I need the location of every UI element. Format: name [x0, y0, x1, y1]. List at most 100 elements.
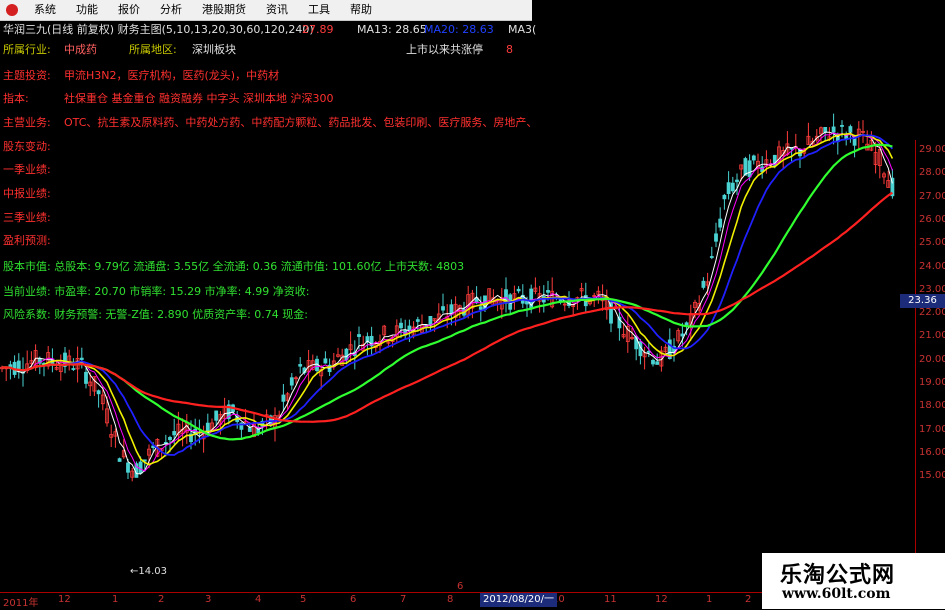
date-tick: 1 [706, 594, 713, 605]
shareholder-label: 股东变动: [3, 140, 51, 153]
candle-body [709, 256, 714, 258]
index-label: 指本: [3, 92, 29, 105]
stock-title: 华润三九(日线 前复权) 财务主图(5,10,13,20,30,60,120,2… [3, 23, 314, 36]
candle-body [730, 182, 735, 192]
date-tick: 7 [400, 594, 407, 605]
candle-body [743, 158, 748, 176]
candle-body [126, 462, 130, 473]
forecast-label: 盈利预测: [3, 234, 51, 247]
price-tick: 22.00 [919, 307, 945, 319]
candle-body [399, 322, 403, 329]
price-tick: 26.00 [919, 213, 945, 225]
candle-body [172, 431, 177, 436]
business-label: 主营业务: [3, 116, 51, 129]
price-tick: 16.00 [919, 446, 945, 458]
candle-body [357, 334, 361, 337]
app-logo-icon [6, 4, 18, 16]
date-tick: 4 [255, 594, 262, 605]
menu-tools[interactable]: 工具 [298, 0, 340, 20]
industry-value: 中成药 [64, 43, 97, 56]
candle-body [726, 182, 731, 194]
current-price-tag: 23.36 [900, 294, 945, 308]
ma13-readout: MA13: 28.65 [357, 23, 427, 36]
business-value: OTC、抗生素及原料药、中药处方药、中药配方颗粒、药品批发、包装印刷、医疗服务、… [64, 116, 532, 129]
date-tick: 8 [447, 594, 454, 605]
theme-value: 甲流H3N2，医疗机构，医药(龙头)，中药材 [64, 69, 280, 82]
candle-body [138, 461, 143, 474]
candle-body [71, 368, 76, 370]
candle-body [823, 127, 828, 133]
mid-label: 中报业绩: [3, 187, 51, 200]
candle-body [214, 410, 219, 421]
candle-body [840, 125, 844, 127]
candle-body [831, 126, 836, 133]
menu-system[interactable]: 系统 [24, 0, 66, 20]
candle-body [281, 394, 286, 402]
candle-body [546, 290, 550, 293]
limit-up-label: 上市以来共涨停 [406, 43, 483, 56]
candle-body [651, 359, 655, 365]
candle-body [789, 147, 794, 150]
menu-analysis[interactable]: 分析 [150, 0, 192, 20]
industry-label: 所属行业: [3, 43, 51, 56]
menu-news[interactable]: 资讯 [256, 0, 298, 20]
axis-mark: 6 [457, 581, 464, 592]
menu-bar: 系统 功能 报价 分析 港股期货 资讯 工具 帮助 [0, 0, 532, 21]
candle-body [701, 280, 706, 288]
price-tick: 29.00 [919, 144, 945, 155]
candle-body [289, 377, 294, 386]
candle-body [415, 319, 420, 322]
watermark-title: 乐淘公式网 [780, 562, 896, 588]
candle-body [751, 155, 756, 161]
date-tick: 5 [300, 594, 307, 605]
date-tick: 6 [350, 594, 357, 605]
index-value: 社保重仓 基金重仓 融资融券 中字头 深圳本地 沪深300 [64, 92, 334, 105]
current-perf-line: 当前业绩: 市盈率: 20.70 市销率: 15.29 市净率: 4.99 净资… [3, 285, 310, 298]
candle-body [428, 315, 433, 326]
candle-body [478, 306, 483, 310]
date-tick: 12 [58, 594, 71, 605]
q1-label: 一季业绩: [3, 163, 51, 176]
candle-body [168, 436, 172, 441]
menu-help[interactable]: 帮助 [340, 0, 382, 20]
price-tick: 19.00 [919, 377, 945, 388]
candle-body [298, 364, 303, 367]
price-tick: 28.00 [919, 167, 945, 179]
equity-line: 股本市值: 总股本: 9.79亿 流通盘: 3.55亿 全流通: 0.36 流通… [3, 260, 465, 273]
price-tick: 17.00 [919, 423, 945, 435]
date-tick: 11 [604, 594, 617, 605]
candle-body [117, 458, 122, 462]
price-tick: 25.00 [919, 237, 945, 249]
date-tick: 2 [745, 594, 752, 605]
ma20-readout: MA20: 28.63 [424, 23, 494, 36]
theme-label: 主题投资: [3, 69, 51, 82]
price-tick: 27.00 [919, 190, 945, 202]
candle-body [735, 179, 739, 183]
candle-body [441, 306, 445, 311]
price-tick: 21.00 [919, 330, 945, 342]
limit-up-value: 8 [506, 43, 513, 56]
date-tick: 1 [112, 594, 119, 605]
watermark-url: www.60lt.com [782, 586, 891, 602]
price-tick: 15.00 [919, 470, 945, 482]
candle-body [718, 218, 723, 228]
ma30-readout: MA3( [508, 23, 537, 36]
menu-function[interactable]: 功能 [66, 0, 108, 20]
candle-body [407, 325, 412, 331]
candle-body [722, 194, 727, 200]
low-price-marker: ←14.03 [130, 566, 168, 577]
date-tick: 2 [158, 594, 165, 605]
candle-body [714, 233, 718, 242]
price-tick: 20.00 [919, 353, 945, 365]
candle-body [323, 358, 328, 364]
price-tick: 18.00 [919, 400, 945, 412]
price-tick: 24.00 [919, 260, 945, 272]
date-tick: 12 [655, 594, 668, 605]
candle-body [79, 357, 84, 360]
price-axis: 29.00 28.00 27.00 26.00 25.00 24.00 23.00 22.00… [915, 140, 945, 592]
indicator-header: 华润三九(日线 前复权) 财务主图(5,10,13,20,30,60,120,2… [0, 21, 945, 39]
menu-hk-futures[interactable]: 港股期货 [192, 0, 256, 20]
menu-quote[interactable]: 报价 [108, 0, 150, 20]
candle-body [655, 361, 660, 365]
date-tick: 3 [205, 594, 212, 605]
